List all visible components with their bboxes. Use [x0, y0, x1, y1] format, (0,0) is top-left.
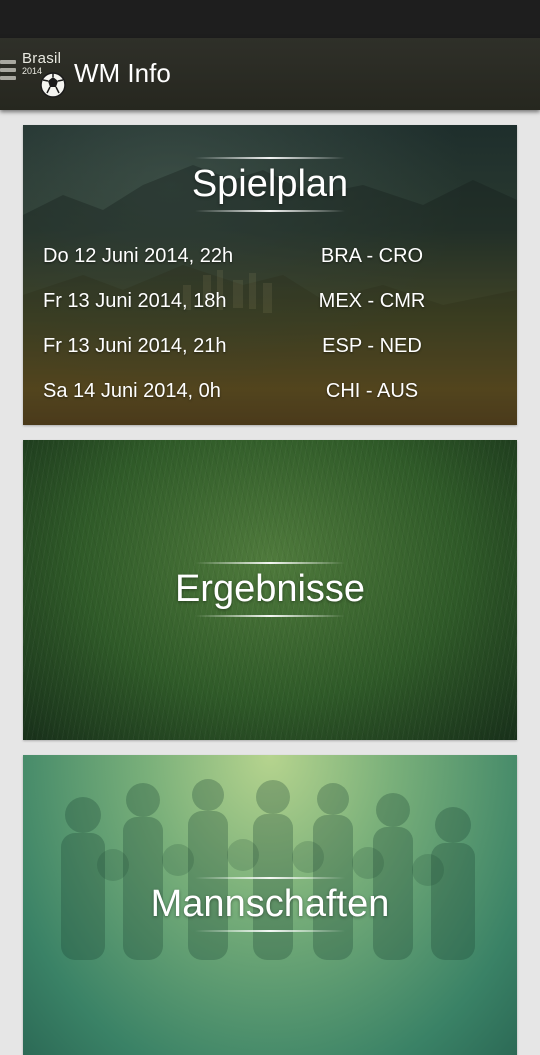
football-icon	[40, 72, 66, 98]
fixture-match: MEX - CMR	[318, 290, 426, 312]
title-divider-top	[195, 562, 345, 564]
ergebnisse-title: Ergebnisse	[174, 568, 366, 610]
mannschaften-card[interactable]: Mannschaften	[23, 755, 517, 1055]
fixture-match: CHI - AUS	[325, 380, 419, 402]
title-divider-bottom	[195, 930, 345, 932]
status-bar	[0, 0, 540, 38]
mannschaften-title: Mannschaften	[150, 883, 390, 925]
fixture-date: Fr 13 Juni 2014, 18h	[43, 290, 227, 312]
fixture-date: Do 12 Juni 2014, 22h	[43, 245, 234, 267]
fixture-row[interactable]: Sa 14 Juni 2014, 0h CHI - AUS	[23, 380, 517, 410]
fixture-row[interactable]: Do 12 Juni 2014, 22h BRA - CRO	[23, 245, 517, 275]
hamburger-menu-icon[interactable]	[0, 60, 16, 84]
fixture-row[interactable]: Fr 13 Juni 2014, 21h ESP - NED	[23, 335, 517, 365]
app-bar: Brasil 2014 WM Info	[0, 38, 540, 110]
title-divider-top	[195, 877, 345, 879]
logo-text-brasil: Brasil	[22, 50, 62, 67]
fixture-row[interactable]: Fr 13 Juni 2014, 18h MEX - CMR	[23, 290, 517, 320]
spielplan-card[interactable]: Spielplan Do 12 Juni 2014, 22h BRA - CRO…	[23, 125, 517, 425]
fixture-date: Fr 13 Juni 2014, 21h	[43, 335, 227, 357]
app-title: WM Info	[74, 58, 171, 88]
ergebnisse-card[interactable]: Ergebnisse	[23, 440, 517, 740]
spielplan-title: Spielplan	[191, 163, 349, 205]
fixture-match: BRA - CRO	[320, 245, 424, 267]
fixture-date: Sa 14 Juni 2014, 0h	[43, 380, 221, 402]
title-divider-bottom	[195, 210, 345, 212]
brasil-2014-logo[interactable]: Brasil 2014	[20, 50, 68, 100]
fixture-match: ESP - NED	[322, 335, 422, 357]
title-divider-bottom	[195, 615, 345, 617]
title-divider-top	[195, 157, 345, 159]
